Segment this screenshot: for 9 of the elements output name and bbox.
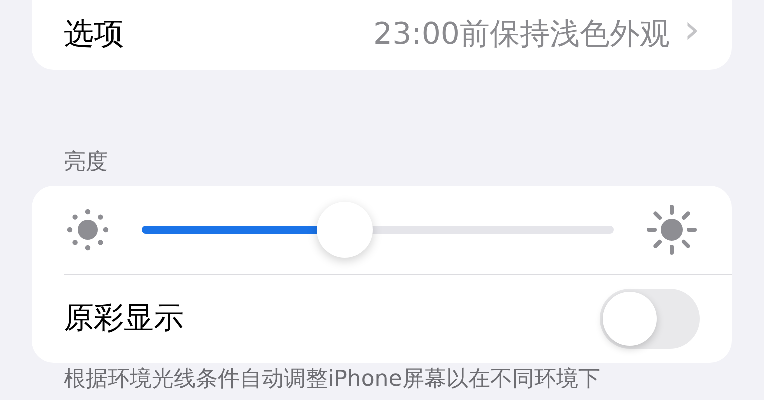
footer-text: 根据环境光线条件自动调整iPhone屏幕以在不同环境下 (64, 369, 602, 391)
row-value: 23:00前保持浅色外观 (374, 20, 670, 50)
sun-small-icon (66, 208, 110, 252)
row-label: 原彩显示 (64, 304, 184, 334)
row-label: 选项 (64, 20, 124, 50)
section-header: 亮度 (64, 152, 109, 174)
chevron-icon: › (684, 10, 700, 50)
sun-large-icon (646, 204, 698, 256)
options-row[interactable]: 选项 23:00前保持浅色外观 › (32, 0, 732, 70)
